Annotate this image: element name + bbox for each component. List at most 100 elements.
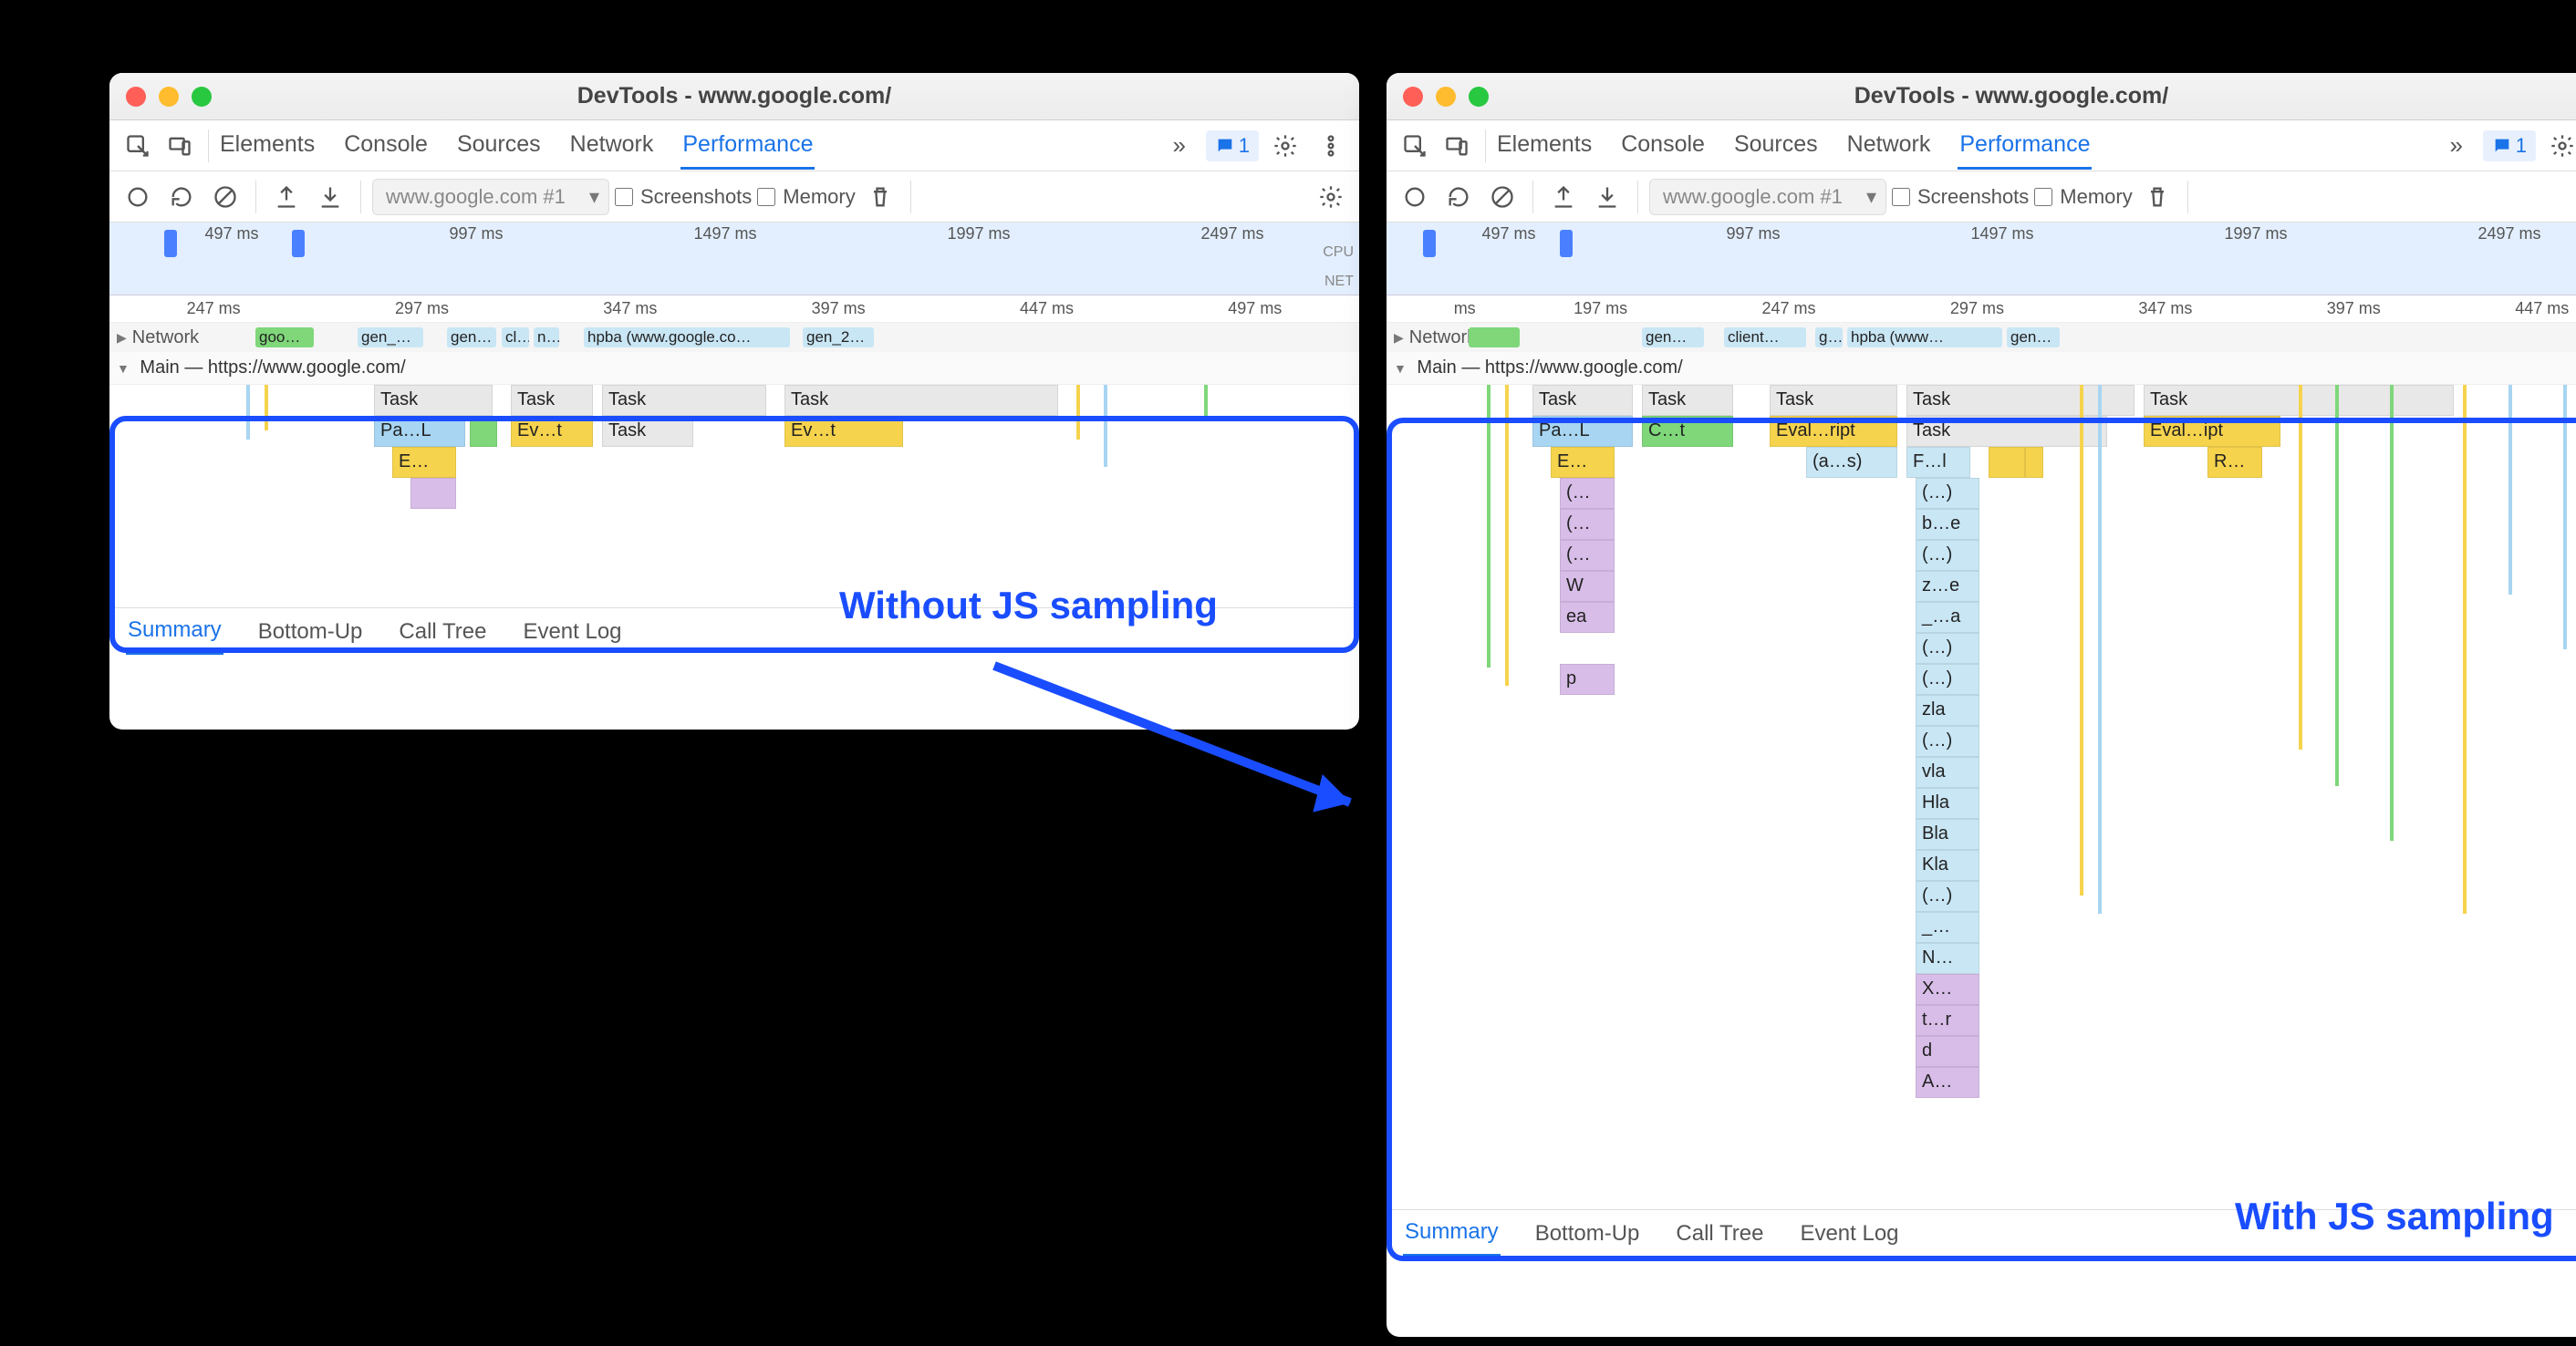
tab-event-log[interactable]: Event Log [1798, 1212, 1900, 1256]
recording-select[interactable]: www.google.com #1 [372, 179, 609, 215]
tab-console[interactable]: Console [342, 122, 430, 170]
flame-block[interactable]: _…a [1916, 602, 1979, 633]
issues-badge[interactable]: 1 [1206, 130, 1259, 161]
download-icon[interactable] [1588, 178, 1626, 216]
flame-block[interactable]: Pa…L [1532, 416, 1633, 447]
device-toolbar-icon[interactable] [1438, 127, 1476, 165]
network-request-chip[interactable]: n… [534, 327, 559, 347]
network-request-chip[interactable]: cl… [502, 327, 529, 347]
clear-button[interactable] [1483, 178, 1522, 216]
minimize-window-button[interactable] [159, 87, 179, 107]
flame-block[interactable]: p [1560, 664, 1615, 695]
flame-block[interactable]: _… [1916, 912, 1979, 943]
task-block[interactable]: Task [784, 385, 1058, 416]
flame-block[interactable]: Eval…ipt [2144, 416, 2280, 447]
flame-block[interactable]: R… [2207, 447, 2262, 478]
network-track[interactable]: ▶ Network goo…gen_…gen…cl…n…hpba (www.go… [109, 323, 1359, 352]
overview-strip[interactable]: 497 ms 997 ms 1497 ms 1997 ms 2497 ms CP… [1387, 223, 2576, 295]
inspect-element-icon[interactable] [1396, 127, 1434, 165]
inspect-element-icon[interactable] [119, 127, 157, 165]
main-thread-header[interactable]: ▼ Main — https://www.google.com/ [1387, 352, 2576, 385]
perf-settings-gear-icon[interactable] [1312, 178, 1350, 216]
overflow-tabs-button[interactable]: » [1160, 127, 1199, 165]
time-ruler[interactable]: ms 197 ms 247 ms 297 ms 347 ms 397 ms 44… [1387, 295, 2576, 323]
task-block[interactable]: Task [602, 385, 766, 416]
network-request-chip[interactable]: hpba (www… [1847, 327, 2002, 347]
flame-block[interactable]: d [1916, 1036, 1979, 1067]
flame-block[interactable]: E… [392, 447, 456, 478]
flame-block[interactable]: C…t [1642, 416, 1733, 447]
tab-bottom-up[interactable]: Bottom-Up [1533, 1212, 1642, 1256]
flame-block[interactable] [470, 416, 497, 447]
flame-block[interactable]: A… [1916, 1067, 1979, 1098]
tab-call-tree[interactable]: Call Tree [1674, 1212, 1765, 1256]
tab-sources[interactable]: Sources [1732, 122, 1820, 170]
flame-block[interactable]: N… [1916, 943, 1979, 974]
network-request-chip[interactable]: goo… [255, 327, 314, 347]
flame-block[interactable]: Task [1642, 385, 1733, 416]
gear-icon[interactable] [2543, 127, 2576, 165]
network-request-chip[interactable]: gen… [447, 327, 496, 347]
minimize-window-button[interactable] [1436, 87, 1456, 107]
tab-performance[interactable]: Performance [1958, 122, 2092, 170]
tab-network[interactable]: Network [1845, 122, 1933, 170]
memory-checkbox[interactable]: Memory [2034, 185, 2132, 209]
flame-block[interactable]: (…) [1916, 881, 1979, 912]
tab-event-log[interactable]: Event Log [521, 610, 623, 654]
flame-block[interactable]: (…) [1916, 726, 1979, 757]
flame-block[interactable]: F…l [1906, 447, 1970, 478]
flame-block[interactable]: Task [1770, 385, 1897, 416]
flame-block[interactable]: (…) [1916, 664, 1979, 695]
upload-icon[interactable] [1544, 178, 1583, 216]
task-block[interactable]: Task [602, 416, 693, 447]
clear-button[interactable] [206, 178, 244, 216]
flame-block[interactable]: Bla [1916, 819, 1979, 850]
tab-sources[interactable]: Sources [455, 122, 543, 170]
flame-block[interactable]: ea [1560, 602, 1615, 633]
tab-elements[interactable]: Elements [218, 122, 317, 170]
main-thread-header[interactable]: ▼ Main — https://www.google.com/ [109, 352, 1359, 385]
tab-summary[interactable]: Summary [126, 608, 223, 655]
flame-block[interactable]: t…r [1916, 1005, 1979, 1036]
gc-icon[interactable] [2138, 178, 2176, 216]
overview-strip[interactable]: 497 ms 997 ms 1497 ms 1997 ms 2497 ms CP… [109, 223, 1359, 295]
flame-block[interactable]: E… [1551, 447, 1615, 478]
screenshots-checkbox[interactable]: Screenshots [1892, 185, 2029, 209]
flame-block[interactable]: zla [1916, 695, 1979, 726]
kebab-menu-icon[interactable] [1312, 127, 1350, 165]
overflow-tabs-button[interactable]: » [2437, 127, 2476, 165]
network-request-chip[interactable] [1469, 327, 1520, 347]
zoom-window-button[interactable] [1469, 87, 1489, 107]
time-ruler[interactable]: 247 ms 297 ms 347 ms 397 ms 447 ms 497 m… [109, 295, 1359, 323]
network-request-chip[interactable]: gen_2… [803, 327, 874, 347]
network-request-chip[interactable]: hpba (www.google.co… [584, 327, 790, 347]
flame-paint-block[interactable]: Pa…L [374, 416, 465, 447]
issues-badge[interactable]: 1 [2483, 130, 2536, 161]
flame-script-block[interactable]: Ev…t [784, 416, 903, 447]
network-request-chip[interactable]: gen_… [358, 327, 423, 347]
collapse-icon[interactable]: ▼ [1394, 361, 1407, 376]
screenshots-checkbox[interactable]: Screenshots [615, 185, 752, 209]
flame-block[interactable]: W [1560, 571, 1615, 602]
flame-block[interactable]: (…) [1916, 540, 1979, 571]
close-window-button[interactable] [1403, 87, 1423, 107]
tab-console[interactable]: Console [1619, 122, 1707, 170]
flame-block[interactable]: (…) [1916, 633, 1979, 664]
flame-block[interactable]: (… [1560, 540, 1615, 571]
flame-block[interactable]: vla [1916, 757, 1979, 788]
gear-icon[interactable] [1266, 127, 1304, 165]
flame-script-block[interactable]: Ev…t [511, 416, 593, 447]
flame-block[interactable]: (… [1560, 509, 1615, 540]
flame-block[interactable]: (a…s) [1806, 447, 1897, 478]
collapse-icon[interactable]: ▼ [117, 361, 130, 376]
flame-block[interactable]: Kla [1916, 850, 1979, 881]
task-block[interactable]: Task [374, 385, 493, 416]
record-button[interactable] [119, 178, 157, 216]
network-request-chip[interactable]: gen… [2007, 327, 2060, 347]
flame-block[interactable]: (… [1560, 478, 1615, 509]
task-block[interactable]: Task [511, 385, 593, 416]
tab-summary[interactable]: Summary [1403, 1210, 1501, 1257]
network-request-chip[interactable]: gen… [1642, 327, 1704, 347]
flame-chart[interactable]: Task Task Task Task Pa…L Ev…t Task Ev…t … [109, 385, 1359, 604]
flame-block[interactable] [410, 478, 456, 509]
